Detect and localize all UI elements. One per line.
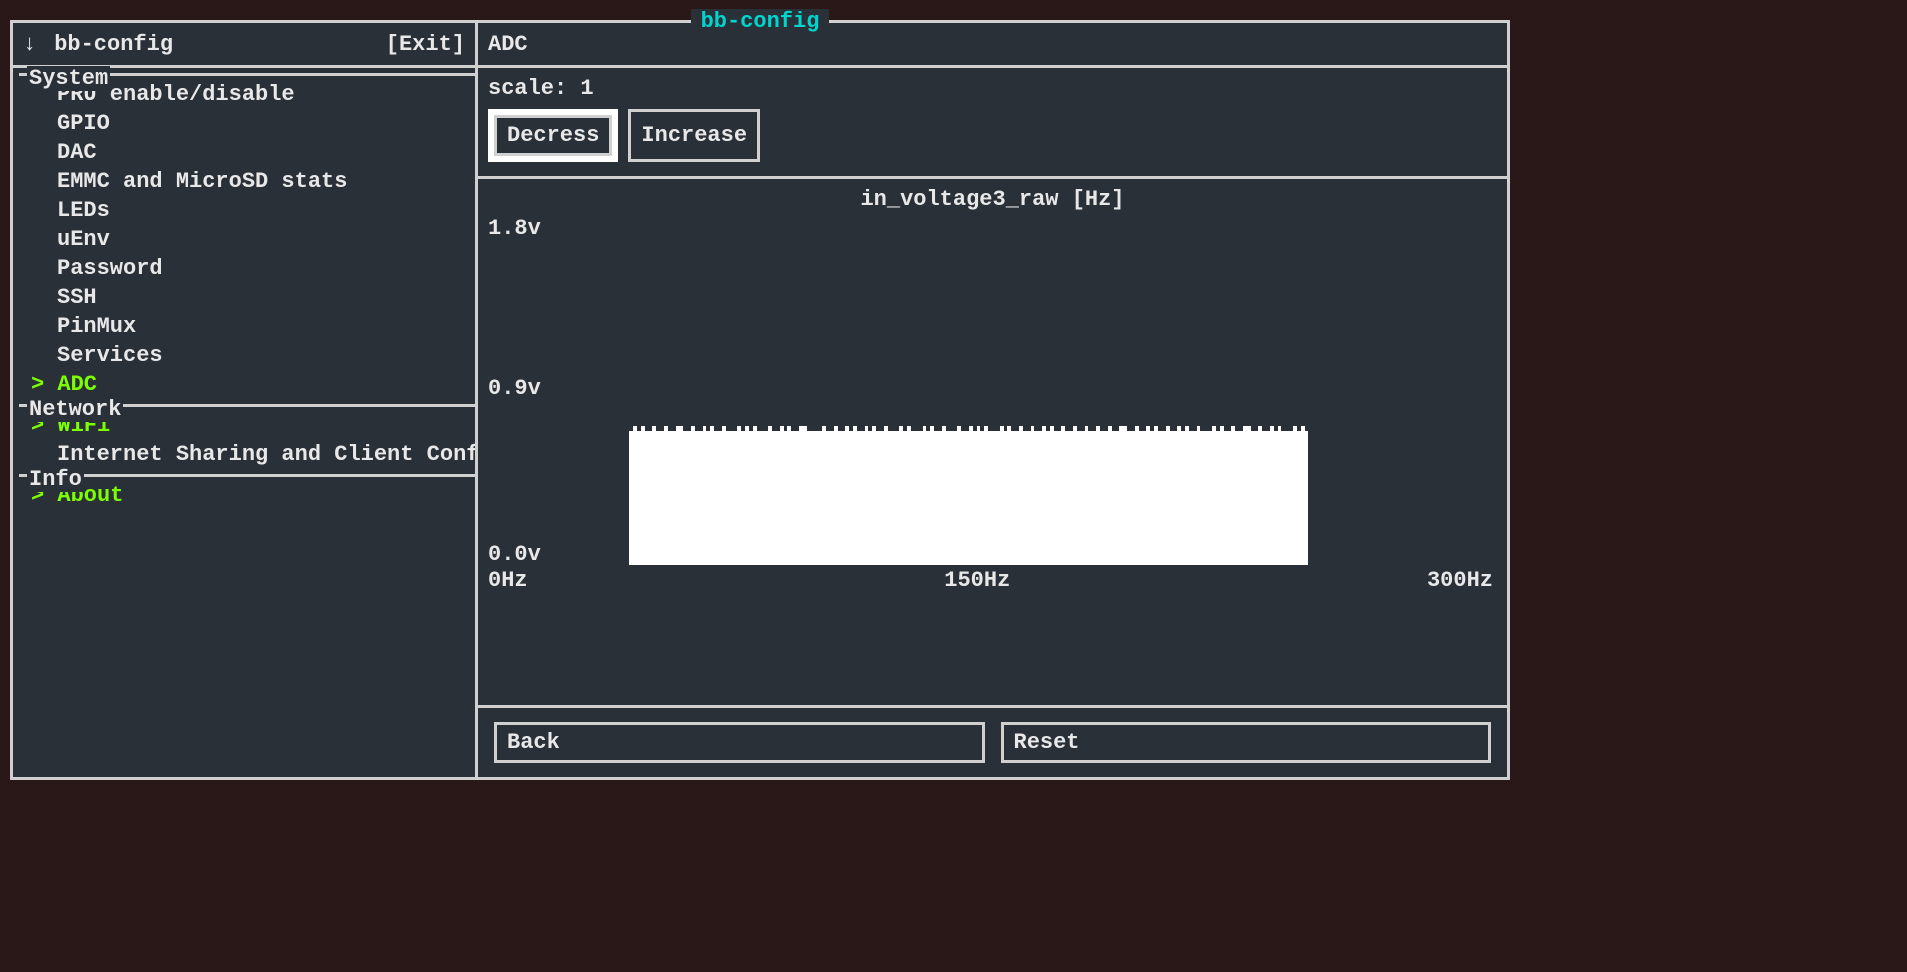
y-tick-bot: 0.0v: [488, 542, 541, 567]
sidebar-item[interactable]: GPIO: [13, 109, 475, 138]
chart-area: 1.8v 0.9v 0.0v 0Hz 150Hz 300Hz: [488, 216, 1497, 591]
sidebar-item[interactable]: DAC: [13, 138, 475, 167]
sidebar-menu: SystemPRU enable/disableGPIODACEMMC and …: [13, 66, 475, 510]
y-tick-top: 1.8v: [488, 216, 541, 241]
section-label: Network: [13, 397, 475, 411]
section-label: Info: [13, 467, 475, 481]
sidebar: ↓ bb-config [Exit] SystemPRU enable/disa…: [13, 23, 478, 777]
sidebar-item[interactable]: Services: [13, 341, 475, 370]
section-label: System: [13, 66, 475, 80]
y-tick-mid: 0.9v: [488, 376, 541, 401]
app-title: bb-config: [691, 9, 830, 34]
chart-panel: in_voltage3_raw [Hz] 1.8v 0.9v 0.0v 0Hz …: [478, 179, 1507, 705]
chart-title: in_voltage3_raw [Hz]: [488, 187, 1497, 212]
scale-panel: scale: 1 Decress Increase: [478, 68, 1507, 179]
x-axis: 0Hz 150Hz 300Hz: [488, 568, 1493, 593]
reset-button[interactable]: Reset: [1001, 722, 1492, 763]
sidebar-title: bb-config: [54, 32, 173, 57]
page-title: ADC: [488, 32, 528, 57]
app-title-bar: bb-config: [13, 9, 1507, 34]
chart-bar: [1305, 431, 1309, 565]
increase-button[interactable]: Increase: [628, 109, 760, 162]
sidebar-item[interactable]: Internet Sharing and Client Confi: [13, 440, 475, 469]
chart-plot: [552, 221, 1493, 565]
sidebar-item[interactable]: SSH: [13, 283, 475, 312]
scale-label: scale: 1: [488, 76, 1497, 101]
main-panel: ADC scale: 1 Decress Increase in_voltage…: [478, 23, 1507, 777]
bottom-panel: Back Reset: [478, 705, 1507, 777]
app-window: bb-config ↓ bb-config [Exit] SystemPRU e…: [10, 20, 1510, 780]
sidebar-item[interactable]: PinMux: [13, 312, 475, 341]
back-button[interactable]: Back: [494, 722, 985, 763]
sidebar-item[interactable]: LEDs: [13, 196, 475, 225]
exit-button[interactable]: [Exit]: [386, 32, 465, 57]
sidebar-item[interactable]: uEnv: [13, 225, 475, 254]
x-tick-left: 0Hz: [488, 568, 528, 593]
scroll-down-icon: ↓: [23, 32, 36, 57]
x-tick-mid: 150Hz: [944, 568, 1010, 593]
decrease-button[interactable]: Decress: [494, 115, 612, 156]
sidebar-item[interactable]: Password: [13, 254, 475, 283]
sidebar-item[interactable]: ADC: [13, 370, 475, 399]
x-tick-right: 300Hz: [1427, 568, 1493, 593]
sidebar-item[interactable]: EMMC and MicroSD stats: [13, 167, 475, 196]
